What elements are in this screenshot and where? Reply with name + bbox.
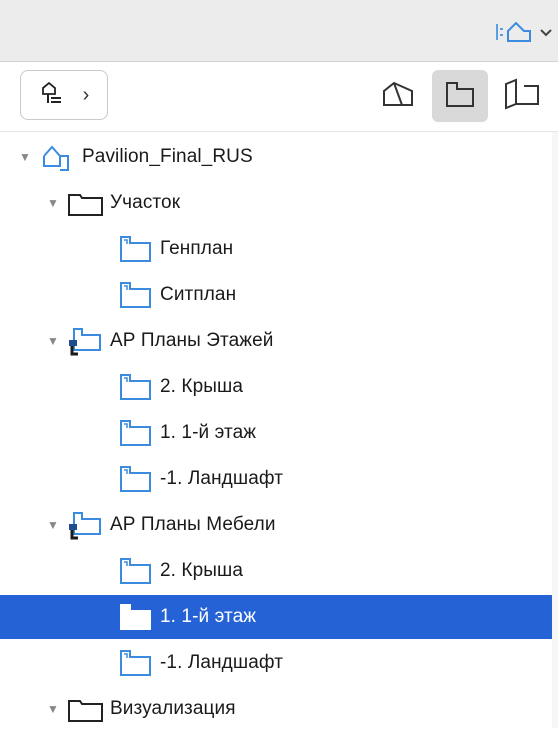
chevron-down-icon: [540, 25, 552, 43]
tree-indent: ▼: [0, 196, 66, 210]
tree-item-label: АР Планы Этажей: [110, 330, 274, 351]
section-view-icon: [502, 78, 542, 115]
tree-row[interactable]: Ситплан: [0, 273, 558, 317]
floor-plan-button[interactable]: [432, 70, 488, 122]
tree-item-label: Ситплан: [160, 284, 237, 305]
disclosure-triangle-icon[interactable]: ▼: [46, 702, 60, 716]
tree-item-label: Pavilion_Final_RUS: [82, 146, 253, 167]
navigator-structure-button[interactable]: ›: [20, 70, 108, 120]
navigator-toolbar: ›: [0, 62, 558, 132]
tree-item-label: 1. 1-й этаж: [160, 606, 257, 627]
chevron-right-icon: ›: [82, 83, 90, 106]
tree-row[interactable]: ▼ АР Планы Мебели: [0, 503, 558, 547]
disclosure-triangle-icon[interactable]: ▼: [18, 150, 32, 164]
tree-indent: ▼: [0, 518, 66, 532]
plan-set-icon: [66, 326, 106, 356]
tree-row[interactable]: ▼ Pavilion_Final_RUS: [0, 135, 558, 179]
plan-view-icon: [116, 556, 156, 586]
tree-row[interactable]: 2. Крыша: [0, 365, 558, 409]
3d-view-button[interactable]: [370, 70, 426, 122]
plan-view-icon: [116, 234, 156, 264]
tree-item-label: -1. Ландшафт: [160, 468, 283, 489]
tree-row[interactable]: ▼ Визуализация: [0, 687, 558, 731]
tree-row[interactable]: ▼ АР Планы Этажей: [0, 319, 558, 363]
folder-icon: [66, 188, 106, 218]
tree-row[interactable]: 1. 1-й этаж: [0, 411, 558, 455]
tree-item-label: 2. Крыша: [160, 376, 244, 397]
tree-indent: ▼: [0, 150, 38, 164]
title-bar: [0, 0, 558, 62]
disclosure-triangle-icon[interactable]: ▼: [46, 334, 60, 348]
tree-row[interactable]: 1. 1-й этаж: [0, 595, 558, 639]
tree-item-label: 2. Крыша: [160, 560, 244, 581]
tree-item-label: Участок: [110, 192, 181, 213]
plan-view-icon: [116, 464, 156, 494]
disclosure-triangle-icon[interactable]: ▼: [46, 196, 60, 210]
tree-item-label: 1. 1-й этаж: [160, 422, 257, 443]
tree-item-label: -1. Ландшафт: [160, 652, 283, 673]
floor-plan-icon: [443, 79, 477, 114]
3d-view-icon: [380, 79, 416, 114]
plan-view-icon: [116, 418, 156, 448]
plan-view-icon: [116, 372, 156, 402]
tree-structure-icon: [39, 80, 65, 111]
folder-icon: [66, 694, 106, 724]
tree-item-label: АР Планы Мебели: [110, 514, 276, 535]
tree-row[interactable]: ▼ Участок: [0, 181, 558, 225]
section-view-button[interactable]: [494, 70, 550, 122]
plan-view-icon: [116, 648, 156, 678]
project-map-icon: [494, 19, 534, 50]
tree-row[interactable]: -1. Ландшафт: [0, 457, 558, 501]
tree-item-label: Генплан: [160, 238, 234, 259]
tree-indent: ▼: [0, 334, 66, 348]
tree-item-label: Визуализация: [110, 698, 236, 719]
plan-view-icon: [116, 602, 156, 632]
tree-row[interactable]: -1. Ландшафт: [0, 641, 558, 685]
tree-indent: ▼: [0, 702, 66, 716]
vertical-scrollbar[interactable]: [552, 132, 558, 728]
plan-set-icon: [66, 510, 106, 540]
plan-view-icon: [116, 280, 156, 310]
tree-row[interactable]: 2. Крыша: [0, 549, 558, 593]
project-icon: [38, 142, 78, 172]
disclosure-triangle-icon[interactable]: ▼: [46, 518, 60, 532]
project-map-menu[interactable]: [482, 20, 552, 48]
tree-row[interactable]: Генплан: [0, 227, 558, 271]
